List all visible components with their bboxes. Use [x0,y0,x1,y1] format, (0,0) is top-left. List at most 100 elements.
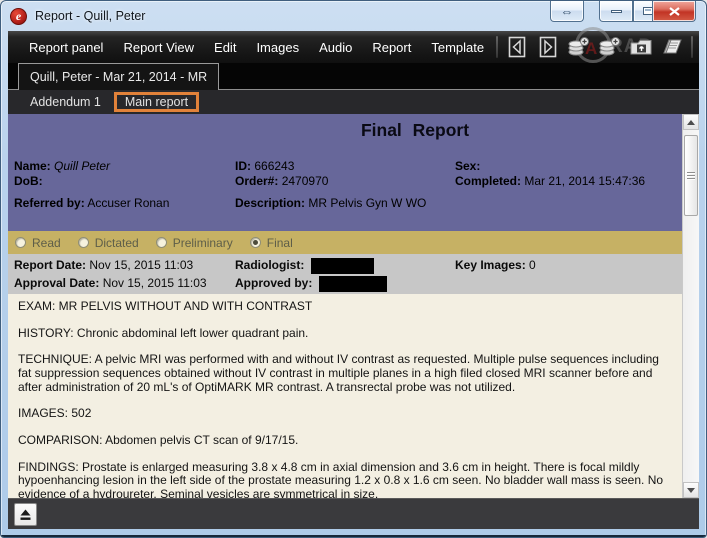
status-bar: Read Dictated Preliminary Final [8,231,682,254]
logbook-icon [660,36,684,58]
report-paragraph-findings: FINDINGS: Prostate is enlarged measuring… [18,461,672,498]
dock-window-button[interactable]: ⇔ [550,1,584,22]
approved-by-redacted-value [319,276,387,292]
window-title: Report - Quill, Peter [35,9,145,23]
report-date-row: Report Date: Nov 15, 2015 11:03 [14,256,207,274]
id-label: ID: [235,159,251,173]
patient-column-left: Name: Quill Peter DoB: Referred by: Accu… [14,159,169,211]
radio-read-label: Read [32,236,61,250]
id-value: 666243 [254,159,294,173]
menu-report-view[interactable]: Report View [123,40,194,55]
report-paragraph-comparison: COMPARISON: Abdomen pelvis CT scan of 9/… [18,434,672,448]
report-paragraph-history: HISTORY: Chronic abdominal left lower qu… [18,327,672,341]
menu-template[interactable]: Template [431,40,484,55]
scroll-down-button[interactable] [683,482,699,498]
study-tab-label: Quill, Peter - Mar 21, 2014 - MR [30,70,207,84]
tab-study-quill-peter[interactable]: Quill, Peter - Mar 21, 2014 - MR [18,63,219,90]
next-icon [538,36,558,58]
report-paragraph-exam: EXAM: MR PELVIS WITHOUT AND WITH CONTRAS… [18,300,672,314]
double-arrow-icon: ⇔ [561,5,574,18]
database-add-button-2[interactable] [598,35,622,59]
radio-read-icon [15,237,26,248]
referred-by-label: Referred by: [14,196,85,210]
menu-audio[interactable]: Audio [319,40,352,55]
highlight-box: Main report [114,92,199,112]
radio-final[interactable]: Final [250,236,293,250]
thumb-grip [687,178,695,179]
arrow-up-icon [687,120,695,125]
order-label: Order#: [235,174,278,188]
close-button[interactable] [652,1,696,22]
meta-keyimages-column: Key Images: 0 [455,256,536,274]
key-images-label: Key Images: [455,258,526,272]
close-icon [669,7,680,16]
tab-addendum-1[interactable]: Addendum 1 [22,93,109,111]
order-row: Order#: 2470970 [235,174,426,189]
report-date-value: Nov 15, 2015 11:03 [89,258,193,272]
export-folder-button[interactable] [629,35,653,59]
report-panel: Final Report Name: Quill Peter DoB: Refe… [8,114,699,498]
menu-report[interactable]: Report [372,40,411,55]
meta-people-column: Radiologist: Approved by: [235,256,387,292]
menu-bar: Report panel Report View Edit Images Aud… [8,31,699,63]
collapse-panel-button[interactable] [14,503,37,526]
minimize-button[interactable] [599,1,633,22]
bottom-bar [8,498,699,529]
report-date-label: Report Date: [14,258,86,272]
report-meta: Report Date: Nov 15, 2015 11:03 Approval… [8,254,682,294]
eject-icon [19,508,32,521]
toolbar-separator [691,36,693,58]
order-value: 2470970 [282,174,329,188]
patient-dob-row: DoB: [14,174,169,189]
erad-logo-icon: e [10,8,27,25]
menu-edit[interactable]: Edit [214,40,236,55]
dob-label: DoB: [14,174,43,188]
meta-dates-column: Report Date: Nov 15, 2015 11:03 Approval… [14,256,207,292]
database-add-button[interactable] [567,35,591,59]
next-report-button[interactable] [536,35,560,59]
referred-by-value: Accuser Ronan [87,196,169,210]
radiologist-row: Radiologist: [235,256,387,274]
study-tab-bar: Quill, Peter - Mar 21, 2014 - MR [8,63,699,90]
scroll-up-button[interactable] [683,114,699,130]
report-tab-bar: Addendum 1 Main report [8,90,699,114]
referred-by-row: Referred by: Accuser Ronan [14,196,169,211]
title-bar[interactable]: e Report - Quill, Peter ⇔ [1,1,706,31]
previous-report-button[interactable] [505,35,529,59]
tab-main-report[interactable]: Main report [117,95,196,109]
thumb-grip [687,172,695,173]
arrow-down-icon [687,488,695,493]
name-value: Quill Peter [54,159,110,173]
completed-label: Completed: [455,174,521,188]
radio-read[interactable]: Read [15,236,61,250]
logbook-button[interactable] [660,35,684,59]
radio-preliminary[interactable]: Preliminary [156,236,233,250]
menu-report-panel[interactable]: Report panel [29,40,103,55]
description-row: Description: MR Pelvis Gyn W WO [235,196,426,211]
name-label: Name: [14,159,51,173]
description-label: Description: [235,196,305,210]
minimize-icon [611,10,622,13]
folder-export-icon [629,36,653,58]
radio-dictated[interactable]: Dictated [78,236,139,250]
report-window: e Report - Quill, Peter ⇔ Report panel R… [0,0,707,538]
restore-icon [643,7,653,15]
scrollbar-thumb[interactable] [684,135,698,216]
toolbar-icons [496,31,693,63]
vertical-scrollbar[interactable] [682,114,699,498]
radiologist-label: Radiologist: [235,258,304,272]
toolbar-separator [496,36,498,58]
sex-row: Sex: [455,159,645,174]
menu-images[interactable]: Images [256,40,299,55]
approval-date-row: Approval Date: Nov 15, 2015 11:03 [14,274,207,292]
patient-name-row: Name: Quill Peter [14,159,169,174]
report-paragraph-images: IMAGES: 502 [18,407,672,421]
description-value: MR Pelvis Gyn W WO [308,196,426,210]
report-header: Final Report Name: Quill Peter DoB: Refe… [8,114,682,231]
radiologist-redacted-value [311,258,374,274]
approved-by-label: Approved by: [235,276,312,290]
report-body[interactable]: EXAM: MR PELVIS WITHOUT AND WITH CONTRAS… [8,294,682,498]
completed-row: Completed: Mar 21, 2014 15:47:36 [455,174,645,189]
key-images-row: Key Images: 0 [455,256,536,274]
thumb-grip [687,175,695,176]
